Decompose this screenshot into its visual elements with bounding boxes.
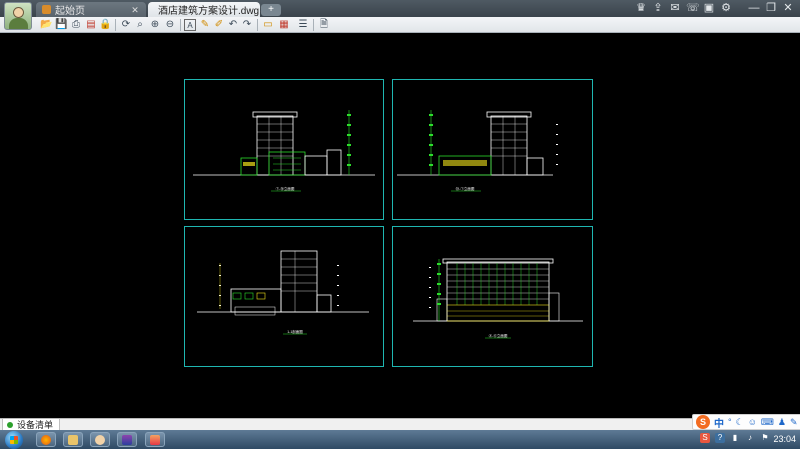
avatar-app-icon xyxy=(95,435,105,445)
layers-icon[interactable]: ☰ xyxy=(297,19,309,31)
rotate-icon[interactable]: ⟳ xyxy=(120,19,132,31)
paint-icon xyxy=(150,435,160,445)
lock-icon[interactable]: 🔒 xyxy=(99,19,111,31)
windows-logo-icon xyxy=(10,436,18,444)
document-strip: 设备清单 xyxy=(0,418,800,431)
settings-icon[interactable]: ⚙ xyxy=(720,2,732,14)
elevation-north-drawing: ⑩-①立面图 xyxy=(397,110,558,192)
redo-icon[interactable]: ↷ xyxy=(241,19,253,31)
tab-start-page[interactable]: 起始页 ✕ xyxy=(36,2,146,17)
mail-icon[interactable]: ✉ xyxy=(669,2,681,14)
network-icon[interactable]: ▮ xyxy=(730,433,740,443)
close-window-icon[interactable]: ✕ xyxy=(782,2,794,14)
flag-icon[interactable]: ⚑ xyxy=(760,433,770,443)
taskbar-winrar[interactable] xyxy=(117,432,137,447)
volume-icon[interactable]: ♪ xyxy=(745,433,755,443)
zoom-in-icon[interactable]: ⊕ xyxy=(149,19,161,31)
viewport-elevation-south[interactable]: ①-⑩立面图 xyxy=(184,79,384,220)
taskbar-explorer[interactable] xyxy=(63,432,83,447)
user-avatar[interactable] xyxy=(4,2,32,30)
viewport-caption: Ⓐ-Ⓖ立面图 xyxy=(489,333,508,338)
ime-bar[interactable]: S 中 ° ☾ ☺ ⌨ ♟ ✎ xyxy=(692,414,800,430)
punctuation-icon[interactable]: ° xyxy=(728,417,732,427)
start-button[interactable] xyxy=(5,431,23,449)
open-icon[interactable]: 📂 xyxy=(40,19,52,31)
ime-mode[interactable]: 中 xyxy=(714,415,724,430)
taskbar-avatar-app[interactable] xyxy=(90,432,110,447)
clock[interactable]: 23:04 xyxy=(773,434,796,444)
skin-icon[interactable]: ▣ xyxy=(703,2,715,14)
crown-icon[interactable]: ♛ xyxy=(635,2,647,14)
help-icon[interactable]: ? xyxy=(715,433,725,443)
pencil-icon[interactable]: ✎ xyxy=(199,19,211,31)
viewport-caption: ①-⑩立面图 xyxy=(276,186,295,191)
winrar-icon xyxy=(122,435,132,445)
keyboard-icon[interactable]: ⌨ xyxy=(761,417,774,428)
viewport-elevation-north[interactable]: ⑩-①立面图 xyxy=(392,79,593,220)
home-icon xyxy=(42,5,51,14)
save-icon[interactable]: 💾 xyxy=(55,19,67,31)
viewport-elevation-front[interactable]: Ⓐ-Ⓖ立面图 xyxy=(392,226,593,367)
taskbar-firefox[interactable] xyxy=(36,432,56,447)
print-icon[interactable]: ⎙ xyxy=(70,19,82,31)
tools-icon[interactable]: ✎ xyxy=(790,417,798,428)
toolbar: 📂 💾 ⎙ ▤ 🔒 ⟳ ⌕ ⊕ ⊖ A ✎ ✐ ↶ ↷ ▭ ▦ ☰ 🗎 xyxy=(0,17,800,33)
sogou-tray-icon[interactable]: S xyxy=(700,433,710,443)
zoom-out-icon[interactable]: ⊖ xyxy=(164,19,176,31)
share-icon[interactable]: ⇪ xyxy=(652,2,664,14)
status-dot-icon xyxy=(7,421,13,428)
viewport-caption: ⑩-①立面图 xyxy=(456,186,475,191)
measure-icon[interactable]: ▭ xyxy=(262,19,274,31)
moon-icon[interactable]: ☾ xyxy=(736,417,744,428)
elevation-front-drawing: Ⓐ-Ⓖ立面图 xyxy=(413,258,583,339)
taskbar: S ? ▮ ♪ ⚑ 23:04 xyxy=(0,430,800,449)
explorer-icon xyxy=(68,435,78,445)
system-tray: S ? ▮ ♪ ⚑ xyxy=(700,433,770,443)
tab-label: 起始页 xyxy=(55,6,85,17)
zoom-window-icon[interactable]: ⌕ xyxy=(134,19,146,31)
phone-icon[interactable]: ☏ xyxy=(686,2,700,14)
export-pdf-icon[interactable]: ▤ xyxy=(85,19,97,31)
emoji-icon[interactable]: ☺ xyxy=(748,417,757,427)
taskbar-paint[interactable] xyxy=(145,432,165,447)
new-tab-button[interactable]: + xyxy=(261,4,281,16)
elevation-south-drawing: ①-⑩立面图 xyxy=(193,110,375,192)
tab-drawing[interactable]: 酒店建筑方案设计.dwg ✕ xyxy=(148,2,267,17)
drawing-canvas[interactable]: ①-⑩立面图 ⑩-①立面图 1-1剖面图 Ⓐ-Ⓖ立面图 xyxy=(0,34,800,418)
viewport-caption: 1-1剖面图 xyxy=(287,329,303,334)
restore-icon[interactable]: ❐ xyxy=(765,2,777,14)
window-controls: ♛ ⇪ ✉ ☏ ▣ ⚙ — ❐ ✕ xyxy=(635,2,794,14)
sogou-logo-icon[interactable]: S xyxy=(696,415,710,429)
section-drawing: 1-1剖面图 xyxy=(197,250,369,335)
undo-icon[interactable]: ↶ xyxy=(227,19,239,31)
tab-label: 酒店建筑方案设计.dwg xyxy=(158,6,260,17)
minimize-icon[interactable]: — xyxy=(748,2,760,14)
firefox-icon xyxy=(41,435,51,445)
document-icon[interactable]: 🗎 xyxy=(318,19,330,31)
text-icon[interactable]: A xyxy=(184,19,196,31)
close-icon[interactable]: ✕ xyxy=(130,5,140,15)
viewport-section[interactable]: 1-1剖面图 xyxy=(184,226,384,367)
skin-icon[interactable]: ♟ xyxy=(778,417,786,428)
markup-icon[interactable]: ✐ xyxy=(213,19,225,31)
hatch-icon[interactable]: ▦ xyxy=(278,19,290,31)
